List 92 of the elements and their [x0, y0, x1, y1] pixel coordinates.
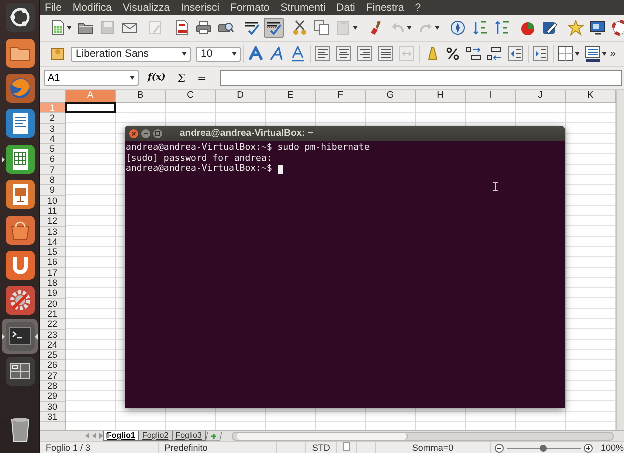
zoom-out-icon[interactable] [494, 444, 504, 452]
selection-mode-label: STD [306, 442, 338, 453]
document-modified-icon [343, 442, 350, 451]
terminal-line: andrea@andrea-VirtualBox:~$ sudo pm-hibernate [126, 143, 370, 154]
column-header[interactable]: H [416, 90, 466, 103]
row-header[interactable]: 20 [40, 298, 65, 309]
terminal-line: andrea@andrea-VirtualBox:~$ [126, 164, 272, 174]
caret-icon[interactable] [232, 52, 237, 56]
menu-item[interactable]: ? [415, 2, 422, 14]
row-header[interactable]: 12 [40, 216, 65, 227]
row-header[interactable]: 27 [40, 370, 65, 382]
sheet-indicator: Foglio 1 / 3 [40, 442, 159, 453]
column-header[interactable]: G [366, 90, 416, 103]
add-sheet-icon[interactable] [206, 432, 224, 440]
horizontal-scrollbar[interactable] [232, 432, 614, 440]
caret-icon[interactable] [575, 52, 580, 56]
column-header[interactable]: K [566, 90, 616, 103]
row-header[interactable]: 10 [40, 196, 65, 206]
column-header[interactable]: B [116, 90, 166, 103]
formula-input-field[interactable] [220, 70, 622, 86]
row-header[interactable]: 26 [40, 360, 65, 371]
row-header[interactable]: 21 [40, 308, 65, 320]
text-pointer-icon [493, 182, 498, 191]
row-header[interactable]: 4 [40, 134, 65, 144]
vertical-scrollbar[interactable] [616, 90, 624, 430]
column-header[interactable]: C [166, 90, 216, 103]
column-header[interactable]: I [466, 90, 516, 103]
column-header[interactable]: E [266, 90, 316, 103]
zoom-in-icon[interactable] [584, 444, 593, 452]
formula-button[interactable]: Σ [174, 72, 189, 84]
font-name-field[interactable]: Liberation Sans [71, 46, 191, 62]
menu-item[interactable]: Formato [230, 2, 270, 14]
zoom-slider[interactable] [506, 444, 581, 452]
column-header[interactable]: F [316, 90, 366, 103]
terminal-line: [sudo] password for andrea: [126, 154, 272, 164]
row-header[interactable]: 8 [40, 175, 65, 186]
page-style-label: Predefinito [158, 442, 278, 453]
row-header[interactable]: 7 [40, 164, 65, 176]
menu-item[interactable]: Inserisci [181, 2, 220, 14]
formula-button[interactable]: f(x) [145, 73, 169, 83]
zoom-slider-thumb[interactable] [540, 444, 548, 452]
sheet-tab[interactable]: Foglio3 [172, 431, 206, 441]
caret-icon[interactable] [67, 26, 72, 30]
font-size-field[interactable]: 10 [196, 46, 241, 62]
column-header[interactable]: D [216, 90, 266, 103]
caret-icon[interactable] [130, 76, 135, 80]
row-header[interactable]: 2 [40, 113, 65, 124]
row-header[interactable]: 9 [40, 185, 65, 196]
row-header[interactable]: 5 [40, 144, 65, 154]
row-header[interactable]: 19 [40, 288, 65, 299]
sheet-tab[interactable]: Foglio2 [138, 431, 173, 441]
sum-label: Somma=0 [376, 442, 491, 453]
column-header[interactable]: J [516, 90, 566, 103]
menu-item[interactable]: Dati [336, 2, 356, 14]
name-box-field[interactable]: A1 [44, 70, 139, 86]
row-header[interactable]: 28 [40, 381, 65, 392]
row-header[interactable]: 14 [40, 236, 65, 248]
caret-icon[interactable] [602, 52, 607, 56]
minimize-icon[interactable] [141, 128, 151, 138]
row-header[interactable]: 24 [40, 340, 65, 350]
selected-cell[interactable] [65, 102, 116, 114]
window-title: andrea@andrea-VirtualBox: ~ [180, 128, 314, 139]
close-icon[interactable] [129, 128, 139, 138]
menu-item[interactable]: Visualizza [123, 2, 170, 14]
row-header[interactable]: 30 [40, 402, 65, 412]
background-color-icon[interactable] [585, 46, 601, 62]
row-header[interactable]: 6 [40, 154, 65, 165]
caret-icon[interactable] [182, 52, 187, 56]
menu-item[interactable]: Strumenti [280, 2, 326, 14]
row-header[interactable]: 31 [40, 412, 65, 422]
row-header[interactable]: 13 [40, 226, 65, 237]
row-header[interactable]: 29 [40, 391, 65, 402]
row-header[interactable]: 16 [40, 257, 65, 268]
menu-item[interactable]: Modifica [72, 2, 112, 14]
overflow-button[interactable]: » [610, 48, 616, 60]
toolbar-button[interactable] [583, 44, 609, 64]
menu-item[interactable]: Finestra [366, 2, 404, 14]
row-header[interactable]: 17 [40, 268, 65, 278]
row-header[interactable]: 3 [40, 124, 65, 134]
formula-button[interactable]: = [194, 72, 210, 84]
terminal-screen[interactable]: andrea@andrea-VirtualBox:~$ sudo pm-hibernate [sudo] password for andrea: andrea@andrea-VirtualBox:~$ [125, 141, 565, 408]
borders-icon[interactable] [558, 46, 574, 62]
zoom-reading: 100% [600, 443, 624, 453]
row-header[interactable]: 23 [40, 330, 65, 340]
maximize-icon[interactable] [153, 128, 163, 138]
menu-item[interactable]: File [45, 2, 62, 14]
row-header[interactable]: 22 [40, 319, 65, 330]
row-header[interactable]: 18 [40, 278, 65, 288]
toolbar-button[interactable] [556, 44, 582, 64]
row-header[interactable]: 11 [40, 206, 65, 216]
row-header[interactable]: 15 [40, 247, 65, 258]
row-header[interactable]: 25 [40, 350, 65, 360]
